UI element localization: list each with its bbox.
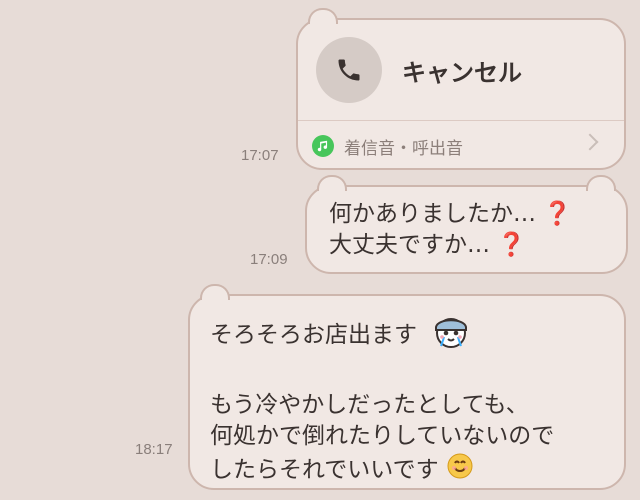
red-question-mark-emoji: ❓	[543, 201, 572, 227]
timestamp-call: 17:07	[241, 147, 279, 164]
ringtone-label: 着信音・呼出音	[344, 138, 463, 159]
bubble-ear-decoration	[200, 284, 230, 300]
leaving-message-bubble[interactable]: そろそろお店出ます もう冷やかしだったとしても、 何処かで倒れたりしていないので…	[188, 284, 626, 490]
leaving-line-1-text: そろそろお店出ます	[210, 322, 417, 348]
smiling-face-emoji	[446, 452, 474, 489]
question-line-1: 何かありましたか… ❓	[329, 199, 610, 230]
leaving-line-3: もう冷やかしだったとしても、	[210, 392, 529, 418]
crying-character-sticker	[424, 312, 478, 359]
bubble-ear-decoration	[308, 8, 338, 24]
leaving-line-5-text: したらそれでいいです	[210, 457, 439, 483]
bubble-ear-decoration	[586, 175, 616, 191]
leaving-line-5: したらそれでいいです	[210, 452, 610, 489]
leaving-line-1: そろそろお店出ます	[210, 312, 610, 359]
music-note-icon	[312, 135, 334, 157]
call-message-bubble[interactable]: キャンセル 着信音・呼出音	[296, 8, 626, 171]
bubble-ear-decoration	[317, 175, 347, 191]
timestamp-leaving: 18:17	[135, 441, 173, 458]
question-message-bubble[interactable]: 何かありましたか… ❓ 大丈夫ですか… ❓	[305, 175, 628, 274]
call-status-title: キャンセル	[402, 58, 522, 87]
question-line-1-text: 何かありましたか…	[329, 201, 536, 227]
leaving-line-4: 何処かで倒れたりしていないので	[210, 423, 555, 449]
red-question-mark-emoji: ❓	[497, 232, 526, 258]
ringtone-row[interactable]: 着信音・呼出音	[298, 121, 624, 171]
timestamp-question: 17:09	[250, 251, 288, 268]
question-line-2: 大丈夫ですか… ❓	[329, 230, 610, 261]
question-line-2-text: 大丈夫ですか…	[329, 232, 490, 258]
phone-icon	[316, 37, 382, 103]
